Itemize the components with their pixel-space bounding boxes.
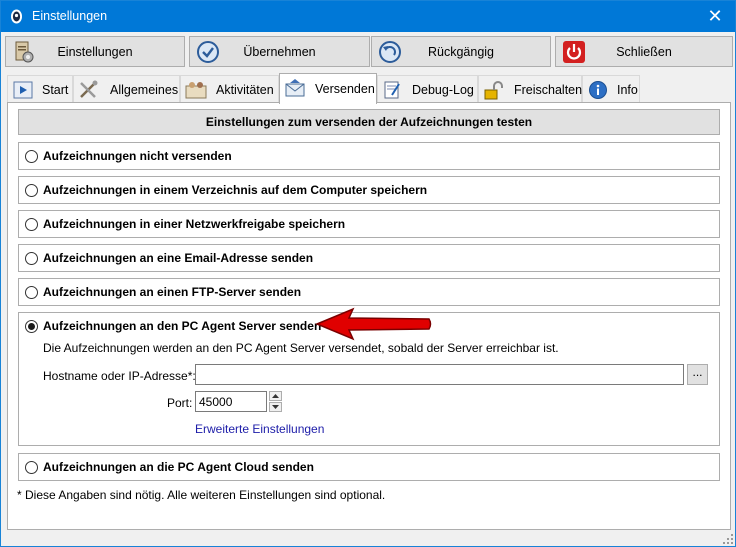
title-bar[interactable]: Einstellungen ✕ — [1, 1, 735, 32]
radio-send-pc-agent-server[interactable] — [25, 320, 38, 333]
option-send-pc-agent-server-label: Aufzeichnungen an den PC Agent Server se… — [43, 319, 322, 333]
tab-start-label: Start — [42, 83, 69, 97]
port-input[interactable] — [195, 391, 267, 412]
radio-send-ftp[interactable] — [25, 286, 38, 299]
close-button[interactable]: Schließen — [555, 36, 733, 67]
window-title: Einstellungen — [32, 9, 108, 23]
hostname-label: Hostname oder IP-Adresse*: — [43, 369, 196, 383]
tab-activities[interactable]: Aktivitäten — [180, 75, 279, 103]
option-do-not-send-label: Aufzeichnungen nicht versenden — [43, 149, 232, 163]
tab-info-label: Info — [617, 83, 638, 97]
port-label: Port: — [167, 396, 193, 410]
option-send-ftp-label: Aufzeichnungen an einen FTP-Server sende… — [43, 285, 302, 299]
tab-send-label: Versenden — [315, 82, 375, 96]
option-send-ftp[interactable]: Aufzeichnungen an einen FTP-Server sende… — [18, 278, 720, 306]
radio-save-local-folder[interactable] — [25, 184, 38, 197]
option-save-network-share-label: Aufzeichnungen in einer Netzwerkfreigabe… — [43, 217, 346, 231]
option-save-local-folder[interactable]: Aufzeichnungen in einem Verzeichnis auf … — [18, 176, 720, 204]
settings-window: Einstellungen ✕ Einstellungen Übernehmen — [0, 0, 736, 547]
radio-do-not-send[interactable] — [25, 150, 38, 163]
tab-activities-label: Aktivitäten — [216, 83, 274, 97]
radio-send-pc-agent-cloud[interactable] — [25, 461, 38, 474]
option-send-email-label: Aufzeichnungen an eine Email-Adresse sen… — [43, 251, 314, 265]
tab-general[interactable]: Allgemeines — [73, 75, 180, 103]
undo-button-label: Rückgängig — [427, 45, 494, 59]
tab-start[interactable]: Start — [7, 75, 73, 103]
test-settings-button[interactable]: Einstellungen zum versenden der Aufzeich… — [18, 109, 720, 135]
people-icon — [185, 82, 207, 99]
hostname-browse-button[interactable]: ... — [687, 364, 708, 385]
settings-button[interactable]: Einstellungen — [5, 36, 185, 67]
pc-agent-icon — [11, 9, 22, 24]
option-send-email[interactable]: Aufzeichnungen an eine Email-Adresse sen… — [18, 244, 720, 272]
tab-info[interactable]: Info — [582, 75, 640, 103]
arrow-shape — [315, 307, 432, 341]
send-settings-panel: Einstellungen zum versenden der Aufzeich… — [7, 102, 731, 530]
option-send-pc-agent-cloud[interactable]: Aufzeichnungen an die PC Agent Cloud sen… — [18, 453, 720, 481]
status-bar — [1, 532, 735, 546]
option-save-network-share[interactable]: Aufzeichnungen in einer Netzwerkfreigabe… — [18, 210, 720, 238]
apply-button-label: Übernehmen — [243, 45, 316, 59]
tab-unlock[interactable]: Freischalten — [478, 75, 582, 103]
option-save-local-folder-label: Aufzeichnungen in einem Verzeichnis auf … — [43, 183, 428, 197]
advanced-settings-link[interactable]: Erweiterte Einstellungen — [195, 422, 324, 436]
resize-grip-icon[interactable] — [723, 534, 733, 544]
info-icon — [589, 81, 607, 99]
red-arrow-annotation — [315, 307, 432, 341]
notepad-icon — [384, 81, 400, 99]
radio-save-network-share[interactable] — [25, 218, 38, 231]
tools-icon — [80, 80, 98, 98]
port-increment-button[interactable] — [269, 391, 282, 401]
settings-button-label: Einstellungen — [57, 45, 133, 59]
unlock-icon — [484, 81, 503, 100]
server-description: Die Aufzeichnungen werden an den PC Agen… — [43, 341, 559, 355]
hostname-input[interactable] — [195, 364, 684, 385]
tab-general-label: Allgemeines — [110, 83, 179, 97]
port-decrement-button[interactable] — [269, 402, 282, 412]
tab-send[interactable]: Versenden — [279, 73, 377, 104]
tab-debug-log[interactable]: Debug-Log — [377, 75, 478, 103]
tab-unlock-label: Freischalten — [514, 83, 583, 97]
undo-button[interactable]: Rückgängig — [371, 36, 551, 67]
triangle-up-icon — [272, 394, 279, 398]
radio-send-email[interactable] — [25, 252, 38, 265]
toolbar: Einstellungen Übernehmen Rückgängig Schl… — [5, 36, 733, 68]
apply-button[interactable]: Übernehmen — [189, 36, 370, 67]
close-window-button[interactable]: ✕ — [695, 1, 735, 32]
option-do-not-send[interactable]: Aufzeichnungen nicht versenden — [18, 142, 720, 170]
option-send-pc-agent-cloud-label: Aufzeichnungen an die PC Agent Cloud sen… — [43, 460, 314, 474]
tab-debug-log-label: Debug-Log — [412, 83, 474, 97]
triangle-down-icon — [272, 405, 279, 409]
option-send-pc-agent-server[interactable]: Aufzeichnungen an den PC Agent Server se… — [18, 307, 720, 446]
required-fields-footnote: * Diese Angaben sind nötig. Alle weitere… — [17, 488, 386, 502]
tab-strip: Start Allgemeines Aktivitäten Versenden … — [7, 73, 733, 104]
play-icon — [13, 81, 33, 99]
mail-icon — [285, 79, 305, 97]
close-button-label: Schließen — [616, 45, 672, 59]
